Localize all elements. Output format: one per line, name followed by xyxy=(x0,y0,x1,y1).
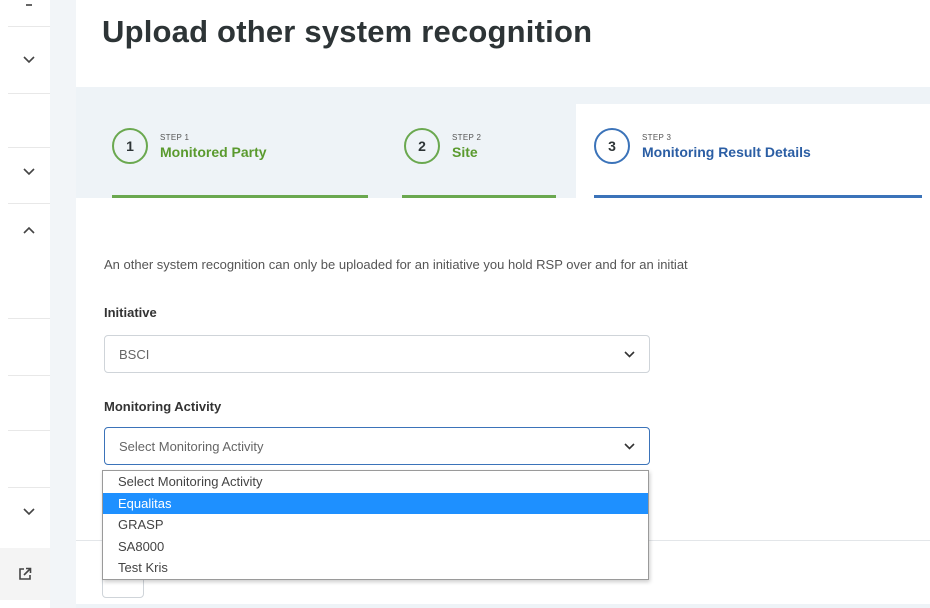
sidebar-divider xyxy=(8,203,50,204)
chevron-down-icon xyxy=(23,56,35,64)
step-1-label: STEP 1 xyxy=(160,132,190,142)
monitoring-activity-value: Select Monitoring Activity xyxy=(119,438,264,454)
initiative-select[interactable]: BSCI xyxy=(104,335,650,373)
sidebar-divider xyxy=(8,318,50,319)
step-2-label: STEP 2 xyxy=(452,132,482,142)
step-1[interactable]: 1 STEP 1 Monitored Party xyxy=(76,104,376,198)
sidebar-divider xyxy=(8,93,50,94)
step-1-progress-bar xyxy=(112,195,368,198)
sidebar-partial-item xyxy=(8,0,50,12)
monitoring-activity-select[interactable]: Select Monitoring Activity xyxy=(104,427,650,465)
step-1-number: 1 xyxy=(112,128,148,164)
stepper: 1 STEP 1 Monitored Party 2 STEP 2 Site 3… xyxy=(76,87,930,198)
step-3-name: Monitoring Result Details xyxy=(642,143,811,160)
step-3-progress-bar xyxy=(594,195,922,198)
sidebar-divider xyxy=(8,375,50,376)
dropdown-option-highlighted[interactable]: Equalitas xyxy=(103,492,648,515)
sidebar-divider xyxy=(8,430,50,431)
monitoring-activity-dropdown: Select Monitoring Activity Equalitas GRA… xyxy=(102,470,649,580)
step-3[interactable]: 3 STEP 3 Monitoring Result Details xyxy=(576,104,930,198)
monitoring-activity-label: Monitoring Activity xyxy=(104,399,222,414)
external-link-icon xyxy=(19,567,32,580)
sidebar-divider xyxy=(8,487,50,488)
page-title: Upload other system recognition xyxy=(102,14,593,49)
sidebar-toggle-1[interactable] xyxy=(8,48,50,72)
sidebar-toggle-2[interactable] xyxy=(8,160,50,184)
sidebar-gutter xyxy=(50,0,76,608)
intro-text: An other system recognition can only be … xyxy=(104,257,688,272)
sidebar-divider xyxy=(8,26,50,27)
sidebar-toggle-4[interactable] xyxy=(8,500,50,524)
sidebar xyxy=(0,0,50,608)
initiative-value: BSCI xyxy=(119,346,150,362)
bottom-bar xyxy=(76,604,930,608)
dropdown-option[interactable]: Select Monitoring Activity xyxy=(103,471,648,493)
step-3-label: STEP 3 xyxy=(642,132,672,142)
external-link-button[interactable] xyxy=(0,548,50,600)
chevron-down-icon xyxy=(23,508,35,516)
step-2-number: 2 xyxy=(404,128,440,164)
sidebar-toggle-3[interactable] xyxy=(8,218,50,242)
step-2-name: Site xyxy=(452,143,478,160)
step-3-number: 3 xyxy=(594,128,630,164)
chevron-up-icon xyxy=(23,226,35,234)
dropdown-option[interactable]: Test Kris xyxy=(103,557,648,579)
step-1-name: Monitored Party xyxy=(160,143,267,160)
chevron-down-icon xyxy=(623,440,635,452)
initiative-label: Initiative xyxy=(104,305,157,320)
sidebar-divider xyxy=(8,147,50,148)
chevron-down-icon xyxy=(623,348,635,360)
dropdown-option[interactable]: GRASP xyxy=(103,514,648,536)
step-2[interactable]: 2 STEP 2 Site xyxy=(376,104,576,198)
step-2-progress-bar xyxy=(402,195,556,198)
chevron-down-icon xyxy=(23,168,35,176)
dropdown-option[interactable]: SA8000 xyxy=(103,536,648,558)
